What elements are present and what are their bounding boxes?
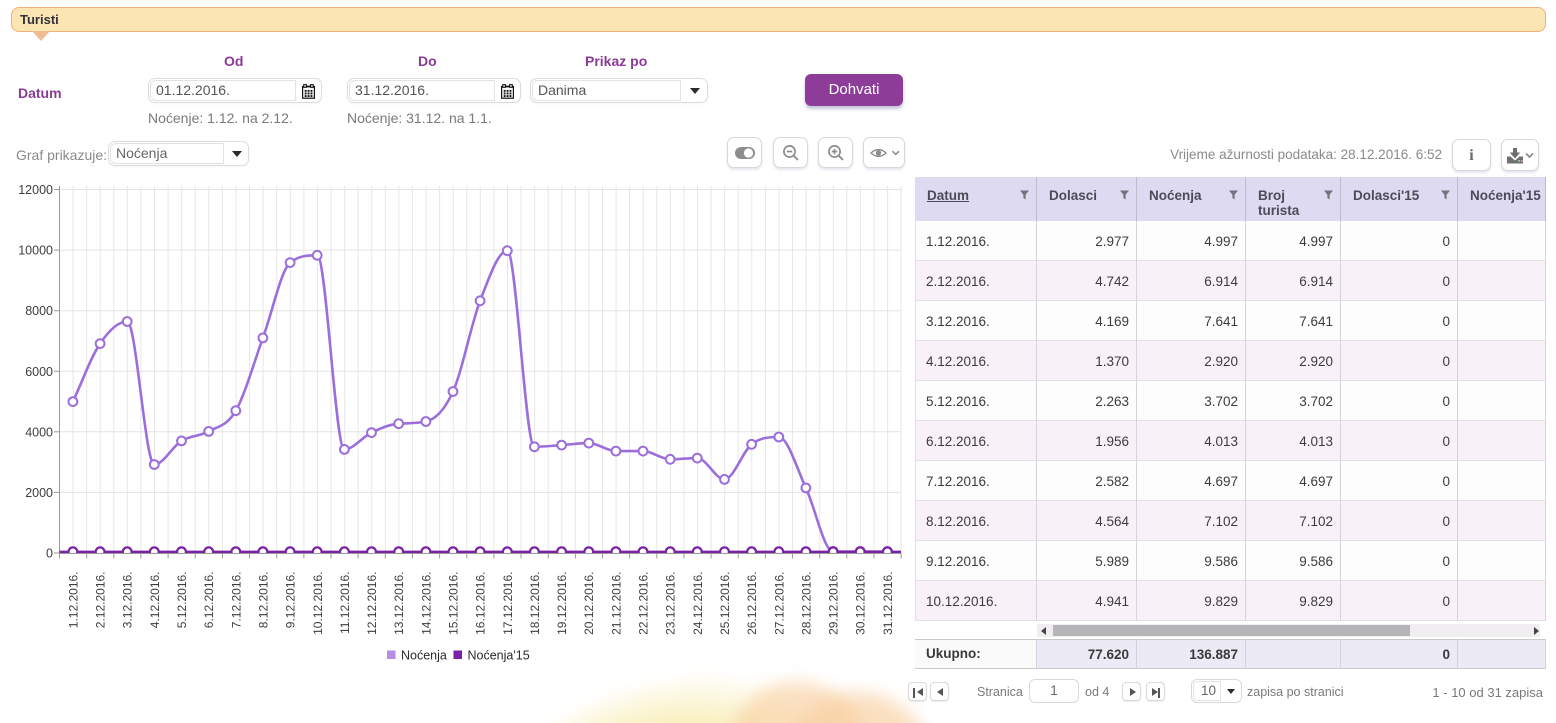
svg-text:2.12.2016.: 2.12.2016. <box>94 572 108 629</box>
svg-text:31.12.2016.: 31.12.2016. <box>881 572 895 635</box>
svg-text:21.12.2016.: 21.12.2016. <box>609 572 623 635</box>
svg-text:18.12.2016.: 18.12.2016. <box>528 572 542 635</box>
svg-text:5.12.2016.: 5.12.2016. <box>175 572 189 629</box>
svg-text:2000: 2000 <box>25 486 53 500</box>
svg-text:10000: 10000 <box>18 244 53 258</box>
svg-text:26.12.2016.: 26.12.2016. <box>745 572 759 635</box>
svg-text:16.12.2016.: 16.12.2016. <box>474 572 488 635</box>
svg-text:17.12.2016.: 17.12.2016. <box>501 572 515 635</box>
svg-text:1.12.2016.: 1.12.2016. <box>66 572 80 629</box>
svg-text:19.12.2016.: 19.12.2016. <box>555 572 569 635</box>
svg-text:11.12.2016.: 11.12.2016. <box>338 572 352 635</box>
svg-text:6.12.2016.: 6.12.2016. <box>202 572 216 629</box>
svg-text:8000: 8000 <box>25 304 53 318</box>
svg-text:30.12.2016.: 30.12.2016. <box>854 572 868 635</box>
svg-text:7.12.2016.: 7.12.2016. <box>229 572 243 629</box>
svg-text:Noćenja: Noćenja <box>401 649 447 663</box>
svg-text:28.12.2016.: 28.12.2016. <box>799 572 813 635</box>
svg-text:24.12.2016.: 24.12.2016. <box>691 572 705 635</box>
svg-text:8.12.2016.: 8.12.2016. <box>256 572 270 629</box>
svg-text:15.12.2016.: 15.12.2016. <box>447 572 461 635</box>
svg-text:Noćenja'15: Noćenja'15 <box>468 649 530 663</box>
svg-text:22.12.2016.: 22.12.2016. <box>637 572 651 635</box>
svg-text:3.12.2016.: 3.12.2016. <box>121 572 135 629</box>
svg-text:4.12.2016.: 4.12.2016. <box>148 572 162 629</box>
svg-text:25.12.2016.: 25.12.2016. <box>718 572 732 635</box>
svg-text:20.12.2016.: 20.12.2016. <box>582 572 596 635</box>
svg-text:12000: 12000 <box>18 183 53 197</box>
svg-text:6000: 6000 <box>25 365 53 379</box>
svg-text:10.12.2016.: 10.12.2016. <box>311 572 325 635</box>
svg-text:14.12.2016.: 14.12.2016. <box>419 572 433 635</box>
svg-text:0: 0 <box>46 547 53 561</box>
svg-text:27.12.2016.: 27.12.2016. <box>772 572 786 635</box>
svg-text:12.12.2016.: 12.12.2016. <box>365 572 379 635</box>
svg-text:13.12.2016.: 13.12.2016. <box>392 572 406 635</box>
svg-text:29.12.2016.: 29.12.2016. <box>827 572 841 635</box>
svg-text:9.12.2016.: 9.12.2016. <box>284 572 298 629</box>
svg-text:23.12.2016.: 23.12.2016. <box>664 572 678 635</box>
svg-text:4000: 4000 <box>25 425 53 439</box>
